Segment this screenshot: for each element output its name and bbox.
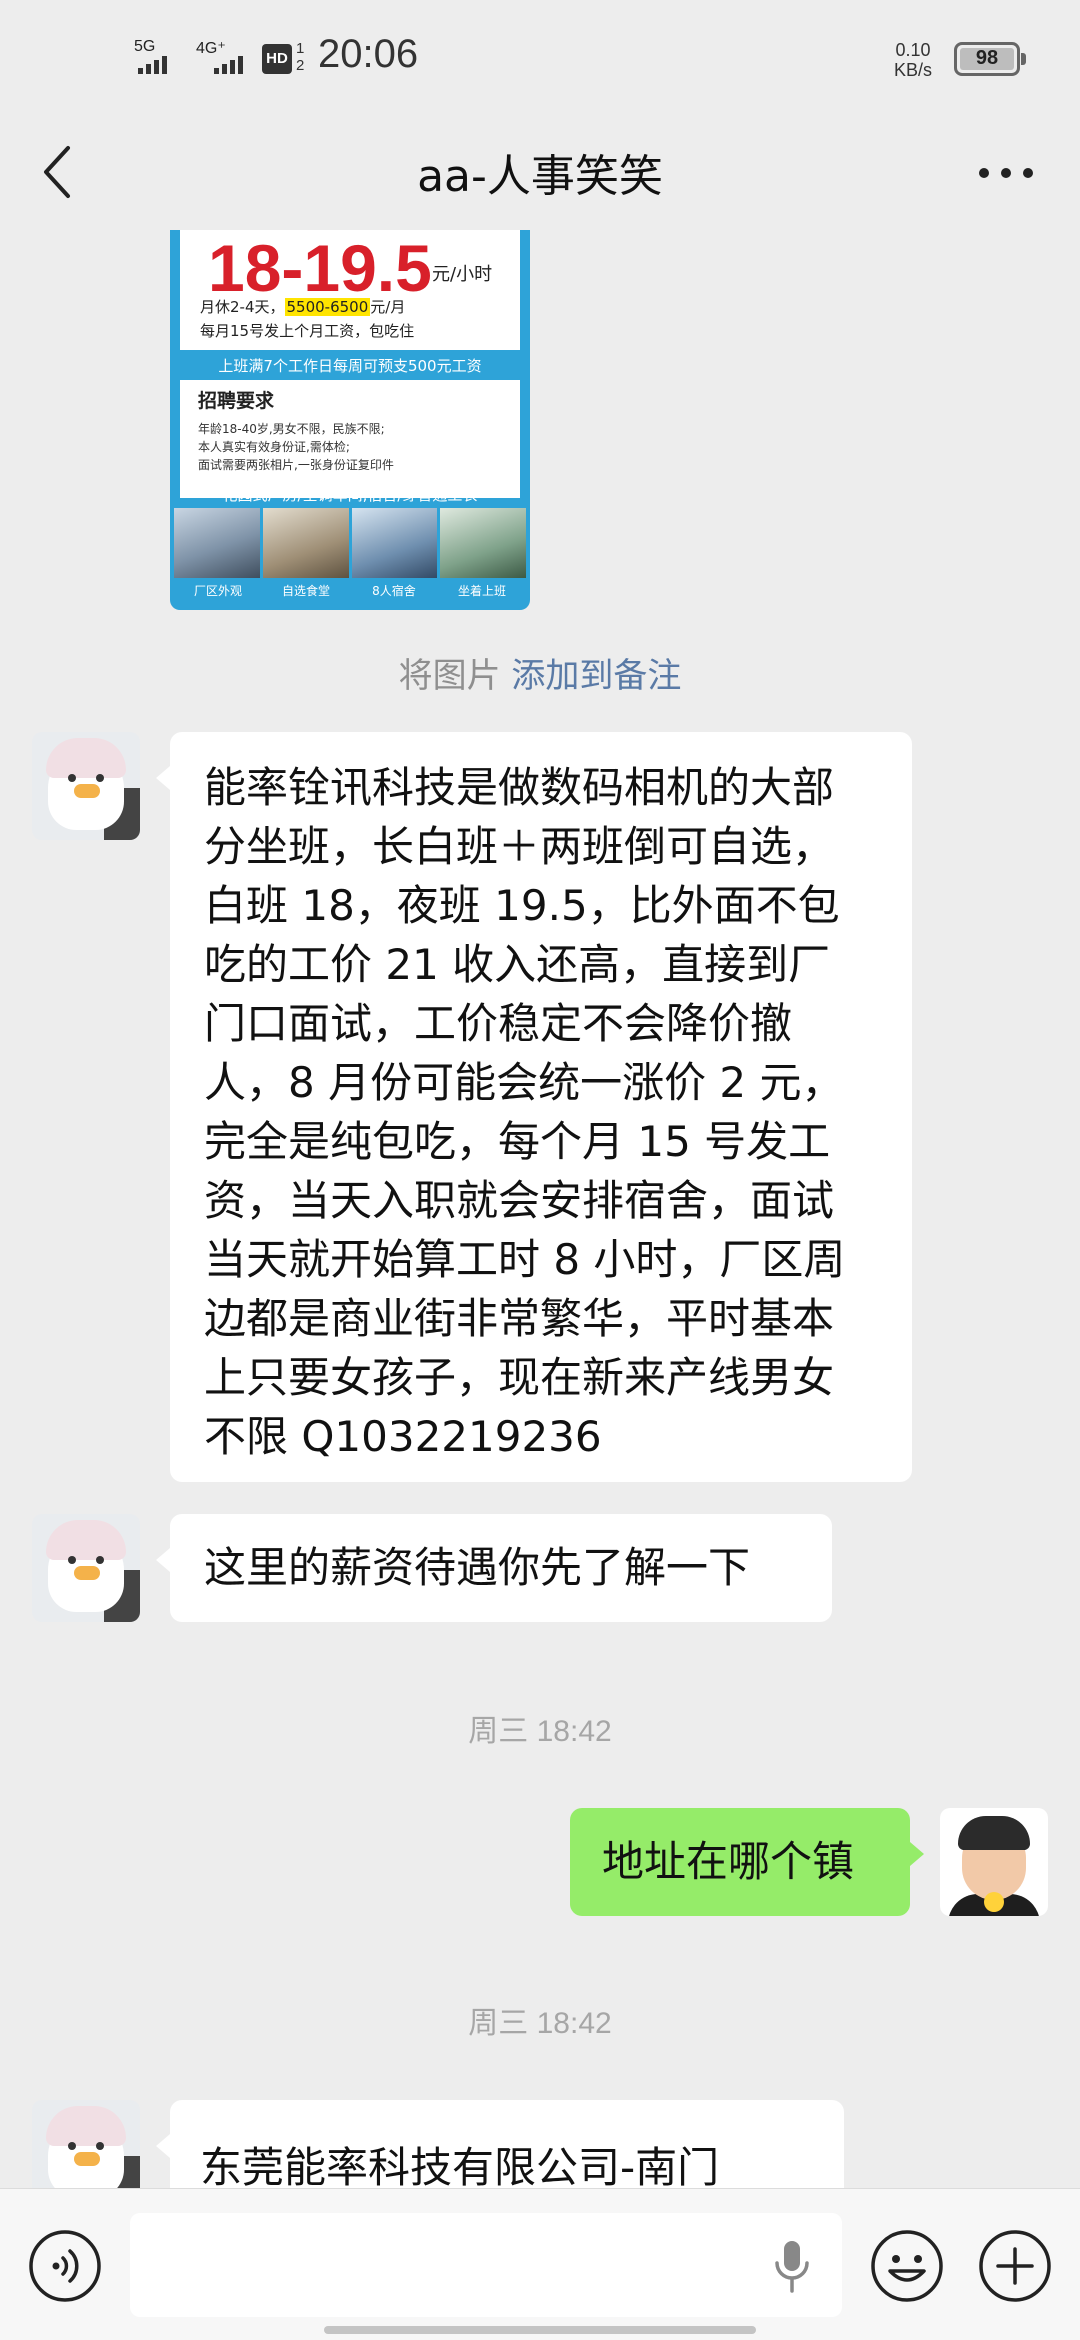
mic-icon[interactable] (772, 2239, 812, 2293)
input-bar (0, 2188, 1080, 2340)
message-timestamp: 周三 18:42 (468, 2007, 612, 2040)
emoji-icon[interactable] (870, 2229, 944, 2303)
poster-req-item: 面试需要两张相片,一张身份证复印件 (198, 458, 394, 472)
signal-5g-bars-icon (138, 56, 167, 74)
poster-footer: 花园式厂房/空调车间,宿舍/穿普通工衣 (222, 486, 478, 504)
hd-slot-label: 12 (296, 40, 305, 74)
battery-level: 98 (975, 47, 999, 69)
poster-photos (174, 508, 526, 578)
image-message[interactable]: 18-19.5 元/小时 月休2-4天， 5500-6500 元/月 每月15号发上… (170, 230, 530, 610)
message-text: 地址在哪个镇 (602, 1837, 855, 1886)
message-text: 这里的薪资待遇你先了解一下 (204, 1543, 751, 1592)
poster-captions: 厂区外观 自选食堂 8人宿舍 坐着上班 (174, 582, 526, 599)
my-message-bubble[interactable]: 地址在哪个镇 (570, 1808, 924, 1916)
poster-photo (174, 508, 260, 578)
signal-5g-label: 5G (134, 38, 156, 55)
chat-title: aa-人事笑笑 (417, 151, 663, 202)
voice-icon[interactable] (28, 2229, 102, 2303)
message-text: 东莞能率科技有限公司-南门 (200, 2143, 720, 2192)
poster-price: 18-19.5 (208, 231, 432, 305)
add-to-notes-link[interactable]: 添加到备注 (511, 656, 681, 696)
poster-caption: 8人宿舍 (372, 584, 416, 598)
message-text: 能率铨讯科技是做数码相机的大部 分坐班，长白班＋两班倒可自选， 白班 18，夜班… (204, 763, 846, 1461)
plus-icon[interactable] (978, 2229, 1052, 2303)
battery-icon: 98 (954, 42, 1026, 76)
poster-photo (351, 508, 438, 578)
add-to-notes-note: 将图片 添加到备注 (0, 648, 1080, 697)
message-input[interactable] (130, 2213, 842, 2317)
contact-avatar[interactable] (32, 732, 140, 840)
chat-header: aa-人事笑笑 (0, 118, 1080, 230)
poster-photo (262, 508, 349, 578)
poster-photo (440, 508, 526, 578)
status-bar: 5G 4G⁺ HD 12 20:06 0.10 KB/s 98 (0, 0, 1080, 118)
signal-4g-bars-icon (214, 56, 243, 74)
contact-avatar[interactable] (32, 1514, 140, 1622)
poster-price-unit: 元/小时 (432, 264, 493, 285)
message-bubble[interactable]: 这里的薪资待遇你先了解一下 (156, 1514, 832, 1622)
poster-caption: 坐着上班 (457, 584, 506, 598)
signal-4g-label: 4G⁺ (196, 40, 226, 57)
status-time: 20:06 (318, 32, 419, 76)
poster-caption: 自选食堂 (281, 584, 330, 598)
poster-req-heading: 招聘要求 (198, 390, 275, 412)
poster-caption: 厂区外观 (193, 584, 242, 598)
my-avatar[interactable] (940, 1808, 1048, 1916)
poster-salary-line: 月休2-4天， 5500-6500 元/月 (200, 298, 406, 316)
more-dots-icon[interactable] (976, 148, 1036, 198)
home-indicator[interactable] (324, 2326, 756, 2334)
poster-req-item: 年龄18-40岁,男女不限，民族不限; (198, 422, 385, 436)
poster-req-item: 本人真实有效身份证,需体检; (198, 440, 350, 454)
poster-requirements: 招聘要求 年龄18-40岁,男女不限，民族不限; 本人真实有效身份证,需体检; … (180, 380, 520, 498)
network-speed: 0.10 KB/s (894, 40, 933, 80)
message-bubble[interactable]: 能率铨讯科技是做数码相机的大部 分坐班，长白班＋两班倒可自选， 白班 18，夜班… (156, 732, 912, 1482)
poster-advance-band: 上班满7个工作日每周可预支500元工资 (180, 354, 520, 378)
poster-pay-line: 每月15号发上个月工资，包吃住 (200, 322, 415, 340)
hd-voice-icon: HD (262, 44, 292, 74)
note-prefix: 将图片 (398, 656, 501, 696)
message-timestamp: 周三 18:42 (468, 1715, 612, 1748)
